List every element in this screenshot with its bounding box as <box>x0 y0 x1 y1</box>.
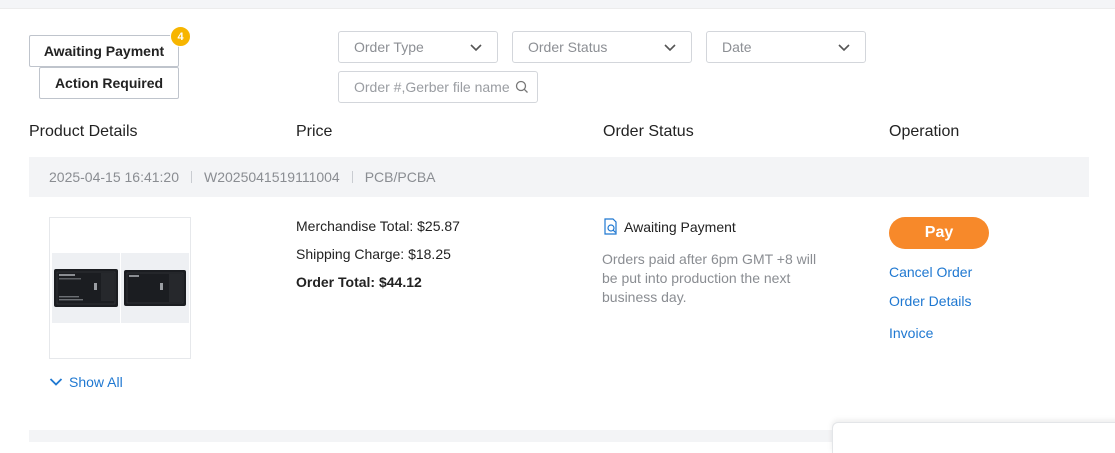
invoice-link[interactable]: Invoice <box>889 325 933 341</box>
awaiting-payment-count-badge: 4 <box>170 26 191 47</box>
column-header-order-status: Order Status <box>603 123 694 140</box>
order-status-label: Awaiting Payment <box>624 218 736 235</box>
pcb-board-icon <box>124 270 186 306</box>
pcb-image-back <box>121 253 189 323</box>
pay-button[interactable]: Pay <box>889 217 989 249</box>
column-header-price: Price <box>296 123 333 140</box>
order-status-select-label: Order Status <box>528 39 608 55</box>
column-header-product-details: Product Details <box>29 123 138 140</box>
tab-awaiting-payment-label: Awaiting Payment <box>43 43 165 59</box>
show-all-link[interactable]: Show All <box>49 374 123 390</box>
top-divider <box>0 0 1115 9</box>
order-total: Order Total: $44.12 <box>296 274 422 290</box>
order-type-select[interactable]: Order Type <box>338 31 498 63</box>
column-header-operation: Operation <box>889 123 960 140</box>
order-status-select[interactable]: Order Status <box>512 31 692 63</box>
chevron-down-icon <box>838 44 850 52</box>
order-type-select-label: Order Type <box>354 39 424 55</box>
meta-divider <box>191 171 192 183</box>
tab-action-required[interactable]: Action Required <box>39 67 179 99</box>
order-datetime: 2025-04-15 16:41:20 <box>49 169 179 185</box>
tab-action-required-label: Action Required <box>54 75 164 91</box>
chevron-down-icon <box>470 44 482 52</box>
pcb-image-front <box>52 253 120 323</box>
order-status: Awaiting Payment <box>603 218 736 235</box>
merchandise-total: Merchandise Total: $25.87 <box>296 218 460 234</box>
order-search-box[interactable] <box>338 71 538 103</box>
meta-divider <box>351 171 353 183</box>
date-select-label: Date <box>722 39 752 55</box>
order-status-note: Orders paid after 6pm GMT +8 will be put… <box>602 251 817 305</box>
order-product-type: PCB/PCBA <box>364 169 436 185</box>
search-icon[interactable] <box>515 80 529 94</box>
show-all-label: Show All <box>69 374 123 390</box>
document-search-icon <box>604 218 617 235</box>
chevron-down-icon <box>664 44 676 52</box>
date-select[interactable]: Date <box>706 31 866 63</box>
chevron-down-icon <box>49 378 63 386</box>
shipping-charge: Shipping Charge: $18.25 <box>296 246 451 262</box>
floating-panel[interactable] <box>832 422 1115 453</box>
pcb-board-icon <box>54 269 118 307</box>
next-order-meta-row <box>29 430 834 442</box>
order-details-link[interactable]: Order Details <box>889 293 971 309</box>
order-number: W2025041519111004 <box>204 169 340 185</box>
order-meta-row: 2025-04-15 16:41:20 W2025041519111004 PC… <box>29 157 1089 197</box>
tab-awaiting-payment[interactable]: Awaiting Payment <box>29 35 179 67</box>
order-search-input[interactable] <box>354 79 511 95</box>
product-thumbnail[interactable] <box>49 217 191 359</box>
cancel-order-link[interactable]: Cancel Order <box>889 264 972 280</box>
